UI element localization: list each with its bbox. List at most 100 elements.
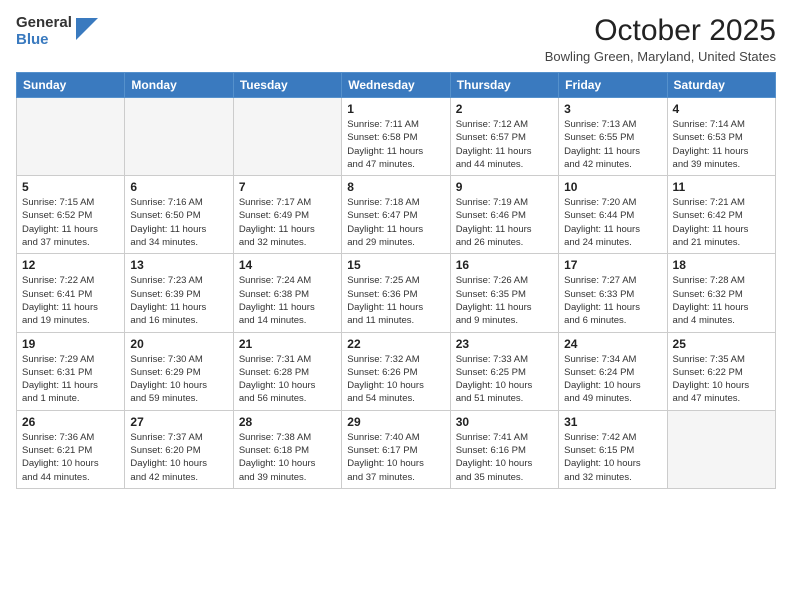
- day-number: 7: [239, 180, 336, 194]
- day-number: 19: [22, 337, 119, 351]
- day-number: 4: [673, 102, 770, 116]
- subtitle: Bowling Green, Maryland, United States: [545, 49, 776, 64]
- day-info: Sunrise: 7:36 AM Sunset: 6:21 PM Dayligh…: [22, 431, 119, 484]
- day-number: 27: [130, 415, 227, 429]
- day-cell: 12 Sunrise: 7:22 AM Sunset: 6:41 PM Dayli…: [17, 254, 125, 332]
- day-info: Sunrise: 7:32 AM Sunset: 6:26 PM Dayligh…: [347, 353, 444, 406]
- day-cell: 5Sunrise: 7:15 AM Sunset: 6:52 PM Daylig…: [17, 176, 125, 254]
- day-number: 11: [673, 180, 770, 194]
- day-info: Sunrise: 7:17 AM Sunset: 6:49 PM Dayligh…: [239, 196, 336, 249]
- day-number: 29: [347, 415, 444, 429]
- day-info: Sunrise: 7:38 AM Sunset: 6:18 PM Dayligh…: [239, 431, 336, 484]
- week-row-4: 19 Sunrise: 7:29 AM Sunset: 6:31 PM Dayli…: [17, 332, 776, 410]
- day-cell: 31 Sunrise: 7:42 AM Sunset: 6:15 PM Dayli…: [559, 410, 667, 488]
- day-number: 30: [456, 415, 553, 429]
- day-number: 20: [130, 337, 227, 351]
- day-info: Sunrise: 7:27 AM Sunset: 6:33 PM Dayligh…: [564, 274, 661, 327]
- day-cell: 30 Sunrise: 7:41 AM Sunset: 6:16 PM Dayli…: [450, 410, 558, 488]
- day-info: Sunrise: 7:28 AM Sunset: 6:32 PM Dayligh…: [673, 274, 770, 327]
- weekday-header-row: SundayMondayTuesdayWednesdayThursdayFrid…: [17, 73, 776, 98]
- day-cell: [125, 98, 233, 176]
- day-info: Sunrise: 7:42 AM Sunset: 6:15 PM Dayligh…: [564, 431, 661, 484]
- day-info: Sunrise: 7:21 AM Sunset: 6:42 PM Dayligh…: [673, 196, 770, 249]
- day-cell: 2Sunrise: 7:12 AM Sunset: 6:57 PM Daylig…: [450, 98, 558, 176]
- day-cell: [17, 98, 125, 176]
- day-cell: 10 Sunrise: 7:20 AM Sunset: 6:44 PM Dayli…: [559, 176, 667, 254]
- day-cell: [233, 98, 341, 176]
- day-cell: 4 Sunrise: 7:14 AM Sunset: 6:53 PM Daylig…: [667, 98, 775, 176]
- day-cell: 29Sunrise: 7:40 AM Sunset: 6:17 PM Dayli…: [342, 410, 450, 488]
- week-row-1: 1Sunrise: 7:11 AM Sunset: 6:58 PM Daylig…: [17, 98, 776, 176]
- day-cell: 17 Sunrise: 7:27 AM Sunset: 6:33 PM Dayli…: [559, 254, 667, 332]
- day-number: 26: [22, 415, 119, 429]
- logo-triangle-icon: [76, 18, 98, 40]
- weekday-header-sunday: Sunday: [17, 73, 125, 98]
- weekday-header-saturday: Saturday: [667, 73, 775, 98]
- day-info: Sunrise: 7:23 AM Sunset: 6:39 PM Dayligh…: [130, 274, 227, 327]
- day-number: 22: [347, 337, 444, 351]
- day-number: 13: [130, 258, 227, 272]
- weekday-header-friday: Friday: [559, 73, 667, 98]
- day-cell: 18 Sunrise: 7:28 AM Sunset: 6:32 PM Dayli…: [667, 254, 775, 332]
- day-cell: 26 Sunrise: 7:36 AM Sunset: 6:21 PM Dayli…: [17, 410, 125, 488]
- day-cell: 8 Sunrise: 7:18 AM Sunset: 6:47 PM Daylig…: [342, 176, 450, 254]
- day-info: Sunrise: 7:30 AM Sunset: 6:29 PM Dayligh…: [130, 353, 227, 406]
- day-number: 23: [456, 337, 553, 351]
- day-number: 12: [22, 258, 119, 272]
- day-number: 17: [564, 258, 661, 272]
- day-cell: 27 Sunrise: 7:37 AM Sunset: 6:20 PM Dayli…: [125, 410, 233, 488]
- day-info: Sunrise: 7:26 AM Sunset: 6:35 PM Dayligh…: [456, 274, 553, 327]
- day-cell: 14Sunrise: 7:24 AM Sunset: 6:38 PM Dayli…: [233, 254, 341, 332]
- logo: General Blue: [16, 14, 98, 49]
- day-info: Sunrise: 7:33 AM Sunset: 6:25 PM Dayligh…: [456, 353, 553, 406]
- day-number: 16: [456, 258, 553, 272]
- day-cell: 25 Sunrise: 7:35 AM Sunset: 6:22 PM Dayli…: [667, 332, 775, 410]
- day-info: Sunrise: 7:19 AM Sunset: 6:46 PM Dayligh…: [456, 196, 553, 249]
- day-cell: 28Sunrise: 7:38 AM Sunset: 6:18 PM Dayli…: [233, 410, 341, 488]
- day-number: 6: [130, 180, 227, 194]
- day-cell: 9 Sunrise: 7:19 AM Sunset: 6:46 PM Daylig…: [450, 176, 558, 254]
- day-number: 31: [564, 415, 661, 429]
- day-cell: 13 Sunrise: 7:23 AM Sunset: 6:39 PM Dayli…: [125, 254, 233, 332]
- page: General Blue October 2025 Bowling Green,…: [0, 0, 792, 612]
- day-info: Sunrise: 7:14 AM Sunset: 6:53 PM Dayligh…: [673, 118, 770, 171]
- weekday-header-wednesday: Wednesday: [342, 73, 450, 98]
- day-number: 15: [347, 258, 444, 272]
- day-cell: 23 Sunrise: 7:33 AM Sunset: 6:25 PM Dayli…: [450, 332, 558, 410]
- day-info: Sunrise: 7:37 AM Sunset: 6:20 PM Dayligh…: [130, 431, 227, 484]
- day-cell: 15 Sunrise: 7:25 AM Sunset: 6:36 PM Dayli…: [342, 254, 450, 332]
- day-cell: 16 Sunrise: 7:26 AM Sunset: 6:35 PM Dayli…: [450, 254, 558, 332]
- day-number: 25: [673, 337, 770, 351]
- weekday-header-thursday: Thursday: [450, 73, 558, 98]
- day-info: Sunrise: 7:24 AM Sunset: 6:38 PM Dayligh…: [239, 274, 336, 327]
- day-info: Sunrise: 7:18 AM Sunset: 6:47 PM Dayligh…: [347, 196, 444, 249]
- day-cell: 19 Sunrise: 7:29 AM Sunset: 6:31 PM Dayli…: [17, 332, 125, 410]
- day-info: Sunrise: 7:35 AM Sunset: 6:22 PM Dayligh…: [673, 353, 770, 406]
- day-info: Sunrise: 7:20 AM Sunset: 6:44 PM Dayligh…: [564, 196, 661, 249]
- day-info: Sunrise: 7:25 AM Sunset: 6:36 PM Dayligh…: [347, 274, 444, 327]
- day-number: 24: [564, 337, 661, 351]
- calendar-table: SundayMondayTuesdayWednesdayThursdayFrid…: [16, 72, 776, 489]
- day-info: Sunrise: 7:22 AM Sunset: 6:41 PM Dayligh…: [22, 274, 119, 327]
- day-number: 8: [347, 180, 444, 194]
- day-info: Sunrise: 7:13 AM Sunset: 6:55 PM Dayligh…: [564, 118, 661, 171]
- day-info: Sunrise: 7:31 AM Sunset: 6:28 PM Dayligh…: [239, 353, 336, 406]
- day-number: 18: [673, 258, 770, 272]
- logo-line2: Blue: [16, 31, 72, 48]
- day-cell: 3Sunrise: 7:13 AM Sunset: 6:55 PM Daylig…: [559, 98, 667, 176]
- day-info: Sunrise: 7:12 AM Sunset: 6:57 PM Dayligh…: [456, 118, 553, 171]
- week-row-5: 26 Sunrise: 7:36 AM Sunset: 6:21 PM Dayli…: [17, 410, 776, 488]
- day-number: 9: [456, 180, 553, 194]
- day-cell: 6Sunrise: 7:16 AM Sunset: 6:50 PM Daylig…: [125, 176, 233, 254]
- logo-line1: General: [16, 14, 72, 31]
- week-row-3: 12 Sunrise: 7:22 AM Sunset: 6:41 PM Dayli…: [17, 254, 776, 332]
- main-title: October 2025: [545, 14, 776, 47]
- day-number: 1: [347, 102, 444, 116]
- day-cell: 24 Sunrise: 7:34 AM Sunset: 6:24 PM Dayli…: [559, 332, 667, 410]
- day-info: Sunrise: 7:34 AM Sunset: 6:24 PM Dayligh…: [564, 353, 661, 406]
- day-cell: 1Sunrise: 7:11 AM Sunset: 6:58 PM Daylig…: [342, 98, 450, 176]
- day-number: 10: [564, 180, 661, 194]
- day-cell: 7 Sunrise: 7:17 AM Sunset: 6:49 PM Daylig…: [233, 176, 341, 254]
- day-info: Sunrise: 7:41 AM Sunset: 6:16 PM Dayligh…: [456, 431, 553, 484]
- day-info: Sunrise: 7:29 AM Sunset: 6:31 PM Dayligh…: [22, 353, 119, 406]
